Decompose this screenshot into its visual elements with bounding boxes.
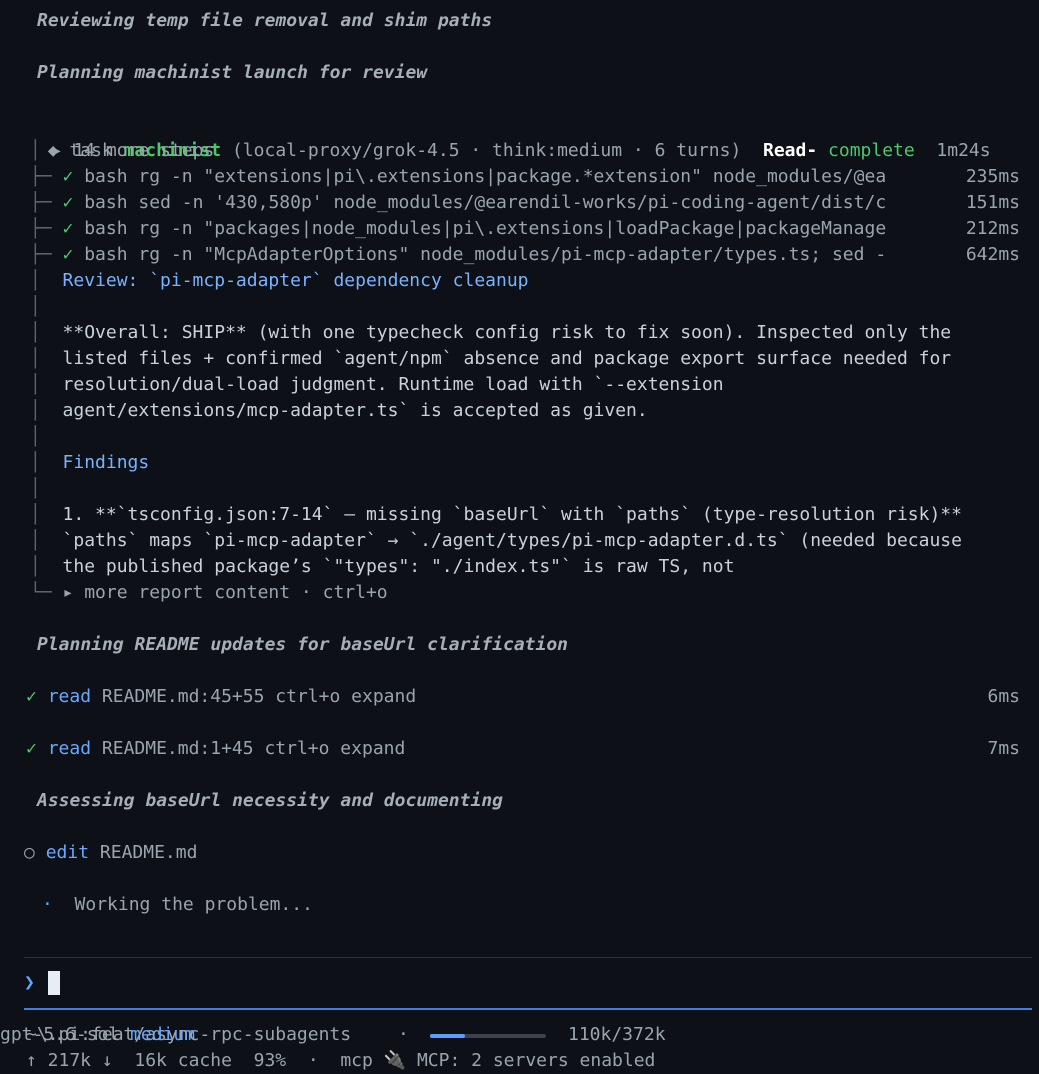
step-row[interactable]: ├─ ✓ bash sed -n '430,580p' node_modules…: [30, 190, 1020, 216]
findings-heading: Findings: [62, 452, 150, 473]
read-time: 6ms: [987, 686, 1020, 707]
report-line: │ resolution/dual-load judgment. Runtime…: [30, 374, 724, 395]
edit-arg: README.md: [99, 842, 198, 863]
read-arg: README.md:1+45: [101, 738, 254, 759]
step-time: 235ms: [965, 166, 1020, 187]
prompt-input[interactable]: [48, 971, 60, 995]
check-icon: ✓: [26, 686, 37, 707]
section-heading: Reviewing temp file removal and shim pat…: [37, 10, 493, 31]
report-line: │ agent/extensions/mcp-adapter.ts` is ac…: [30, 400, 648, 421]
check-icon: ✓: [26, 738, 37, 759]
section-heading: Assessing baseUrl necessity and document…: [37, 790, 503, 811]
section-heading: Planning machinist launch for review: [37, 62, 428, 83]
more-report-row[interactable]: └─ ▸ more report content · ctrl+o: [30, 580, 388, 606]
task-meta: (local-proxy/grok-4.5 · think:medium · 6…: [231, 140, 742, 161]
more-report-toggle[interactable]: ▸ more report content · ctrl+o: [63, 582, 388, 603]
read-row[interactable]: ✓ read README.md:45+55 ctrl+o expand 6ms: [26, 684, 1020, 710]
task-time: 1m24s: [936, 140, 991, 161]
step-time: 151ms: [965, 192, 1020, 213]
step-tool: bash: [84, 218, 128, 239]
tree-line: │: [30, 426, 41, 447]
report-title: Review: `pi-mcp-adapter` dependency clea…: [62, 270, 529, 291]
report-line: │ listed files + confirmed `agent/npm` a…: [30, 348, 952, 369]
edit-row[interactable]: ○ edit README.md: [24, 840, 197, 866]
model-info[interactable]: gpt-5.6-sol medium: [0, 1022, 1031, 1048]
step-time: 212ms: [965, 218, 1020, 239]
tokens-down: ↓ 16k: [101, 1050, 167, 1071]
report-line: │ 1. **`tsconfig.json:7-14` — missing `b…: [30, 504, 962, 525]
tree-line: │: [30, 296, 41, 317]
working-text: Working the problem...: [74, 894, 313, 915]
step-command: sed -n '430,580p' node_modules/@earendil…: [138, 192, 887, 213]
section-heading: Planning README updates for baseUrl clar…: [37, 634, 569, 655]
read-tool: read: [47, 686, 92, 707]
pending-circle-icon: ○: [24, 842, 35, 863]
check-icon: ✓: [62, 244, 74, 265]
input-separator: [24, 957, 1032, 958]
status-line-2: ↑ 217k ↓ 16k cache 93% · mcp 🔌 MCP: 2 se…: [26, 1050, 656, 1071]
more-steps-row[interactable]: │ ▸ 14 more steps: [30, 138, 214, 164]
model-effort: medium: [130, 1024, 196, 1045]
step-command: rg -n "extensions|pi\.extensions|package…: [138, 166, 887, 187]
step-tool: bash: [84, 244, 128, 265]
step-row[interactable]: ├─ ✓ bash rg -n "extensions|pi\.extensio…: [30, 164, 1020, 190]
prompt-chevron-icon: ❯: [24, 972, 35, 993]
mcp-status: MCP: 2 servers enabled: [416, 1050, 656, 1071]
expand-hint[interactable]: ctrl+o expand: [264, 738, 405, 759]
spinner-dot-icon: ·: [42, 894, 53, 915]
step-command: rg -n "packages|node_modules|pi\.extensi…: [138, 218, 887, 239]
task-header[interactable]: ◆ task machinist (local-proxy/grok-4.5 ·…: [26, 112, 991, 161]
report-line: │ the published package’s `"types": "./i…: [30, 556, 735, 577]
read-time: 7ms: [987, 738, 1020, 759]
model-name: gpt-5.6-sol: [0, 1024, 120, 1045]
task-status-label: Read-: [763, 140, 818, 161]
step-tool: bash: [84, 192, 128, 213]
expand-hint[interactable]: ctrl+o expand: [275, 686, 416, 707]
report-line: │ `paths` maps `pi-mcp-adapter` → `./age…: [30, 530, 962, 551]
step-command: rg -n "McpAdapterOptions" node_modules/p…: [138, 244, 887, 265]
status-separator: [24, 1008, 1032, 1010]
more-steps-toggle[interactable]: ▸ 14 more steps: [52, 140, 215, 161]
mcp-label: mcp: [340, 1050, 373, 1071]
findings-heading-row: │ Findings: [30, 452, 150, 473]
step-row[interactable]: ├─ ✓ bash rg -n "packages|node_modules|p…: [30, 216, 1020, 242]
task-status: complete: [828, 140, 915, 161]
plug-icon: 🔌: [383, 1050, 407, 1071]
cache-stat: cache 93%: [177, 1050, 287, 1071]
read-arg: README.md:45+55: [101, 686, 265, 707]
read-row[interactable]: ✓ read README.md:1+45 ctrl+o expand 7ms: [26, 736, 1020, 762]
check-icon: ✓: [62, 166, 74, 187]
tokens-up: ↑ 217k: [26, 1050, 92, 1071]
report-line: │ **Overall: SHIP** (with one typecheck …: [30, 322, 952, 343]
check-icon: ✓: [62, 192, 74, 213]
working-status: · Working the problem...: [42, 892, 313, 918]
step-time: 642ms: [965, 244, 1020, 265]
step-row[interactable]: ├─ ✓ bash rg -n "McpAdapterOptions" node…: [30, 242, 1020, 268]
report-title-row: │ Review: `pi-mcp-adapter` dependency cl…: [30, 270, 529, 291]
check-icon: ✓: [62, 218, 74, 239]
step-tool: bash: [84, 166, 128, 187]
read-tool: read: [47, 738, 92, 759]
edit-tool: edit: [45, 842, 90, 863]
tree-line: │: [30, 478, 41, 499]
